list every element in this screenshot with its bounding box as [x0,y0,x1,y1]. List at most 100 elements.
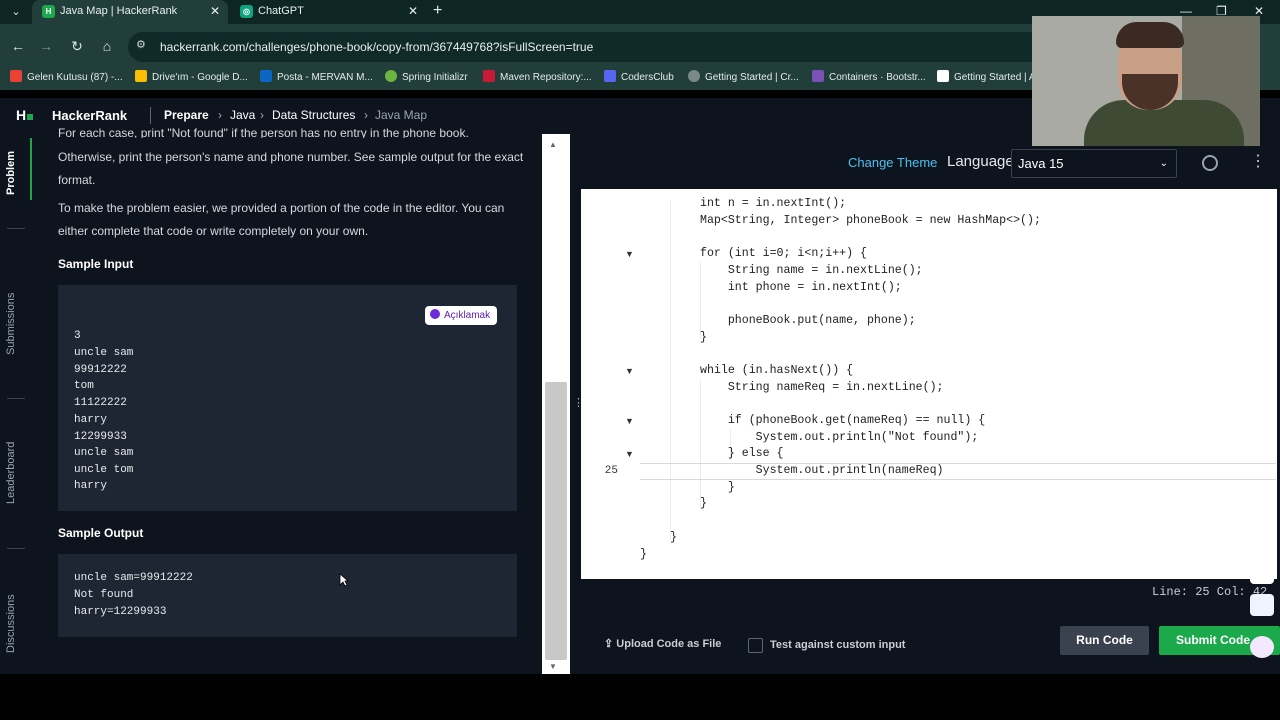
screen: ⌄ H Java Map | HackerRank ✕ ◎ ChatGPT ✕ … [0,0,1280,720]
custom-input-checkbox[interactable] [748,638,763,653]
maven-icon [483,70,495,82]
rail-tab-discussions[interactable]: Discussions [5,590,27,658]
run-code-button[interactable]: Run Code [1060,626,1149,655]
history-icon[interactable] [1202,155,1218,171]
ai-icon [430,309,440,319]
chatgpt-favicon-icon: ◎ [240,5,253,18]
scrollbar-thumb[interactable] [545,382,567,660]
code-line[interactable]: System.out.println("Not found"); [700,431,979,444]
code-line[interactable]: int n = in.nextInt(); [700,197,846,210]
spring-icon [385,70,397,82]
sample-input-line: tom [74,380,94,392]
bookmark-item[interactable]: Posta - MERVAN M... [260,70,373,86]
gmail-icon [10,70,22,82]
fold-chevron-icon[interactable]: ▼ [625,416,634,426]
fold-chevron-icon[interactable]: ▼ [625,449,634,459]
divider [7,398,25,399]
sample-input-line: 11122222 [74,397,127,409]
bookmark-item[interactable]: Maven Repository:... [483,70,592,86]
breadcrumb-data-structures[interactable]: Data Structures [272,108,355,122]
tab-search-icon[interactable]: ⌄ [6,2,26,22]
rail-tab-problem[interactable]: Problem [5,148,27,198]
sample-input-title: Sample Input [58,257,134,271]
translate-icon[interactable] [1250,562,1274,584]
upload-code-button[interactable]: ⇪ Upload Code as File [604,637,721,650]
code-line[interactable]: String nameReq = in.nextLine(); [700,381,944,394]
code-line[interactable]: int phone = in.nextInt(); [700,281,902,294]
bookmark-item[interactable]: Containers · Bootstr... [812,70,926,86]
custom-input-label[interactable]: Test against custom input [770,639,905,651]
extension-icon[interactable] [1250,594,1274,616]
forward-arrow-icon[interactable]: → [36,36,56,56]
close-icon[interactable]: ✕ [408,0,418,22]
more-vertical-icon[interactable]: ⋮ [1250,153,1266,171]
code-line[interactable]: } [700,331,707,344]
scroll-up-icon[interactable]: ▲ [549,140,557,149]
drive-icon [135,70,147,82]
problem-paragraph: Otherwise, print the person's name and p… [58,150,524,187]
problem-text-cut: For each case, print "Not found" if the … [58,126,469,138]
hackerrank-logo-icon[interactable]: H [16,107,36,123]
code-line[interactable]: } [670,531,677,544]
tab-chatgpt[interactable]: ◎ ChatGPT ✕ [230,0,426,24]
fold-chevron-icon[interactable]: ▼ [625,366,634,376]
letterbox-bar [0,674,1280,720]
code-line[interactable]: } [640,548,647,561]
code-line[interactable]: while (in.hasNext()) { [700,364,853,377]
sample-input-line: 12299933 [74,431,127,443]
code-line[interactable]: if (phoneBook.get(nameReq) == null) { [700,414,985,427]
breadcrumb-java[interactable]: Java [230,108,255,122]
fold-chevron-icon[interactable]: ▼ [625,249,634,259]
chevron-right-icon: › [218,108,222,122]
sample-input-line: 99912222 [74,364,127,376]
new-tab-icon[interactable]: + [433,0,442,22]
upload-icon: ⇪ [604,638,617,650]
sample-input-line: 3 [74,330,81,342]
breadcrumb-java-map: Java Map [375,108,428,122]
language-label: Language [947,153,1014,170]
bookmark-item[interactable]: Spring Initializr [385,70,468,86]
bookmark-item[interactable]: Drive'ım - Google D... [135,70,248,86]
rail-tab-leaderboard[interactable]: Leaderboard [5,436,27,510]
code-line[interactable]: } [700,481,735,494]
tab-java-map[interactable]: H Java Map | HackerRank ✕ [32,0,228,24]
code-line[interactable]: String name = in.nextLine(); [700,264,923,277]
language-select[interactable]: Java 15 ⌄ [1011,149,1177,178]
codersclub-icon [604,70,616,82]
code-line[interactable]: Map<String, Integer> phoneBook = new Has… [700,214,1041,227]
rail-tab-submissions[interactable]: Submissions [5,288,27,360]
problem-paragraph: To make the problem easier, we provided … [58,201,505,238]
scroll-down-icon[interactable]: ▼ [549,662,557,671]
code-line[interactable]: System.out.println(nameReq) [700,464,944,477]
explain-button[interactable]: Açıklamak [425,306,497,325]
home-icon[interactable]: ⌂ [97,36,117,56]
code-line[interactable]: for (int i=0; i<n;i++) { [700,247,867,260]
tab-title: Java Map | HackerRank [60,5,178,17]
breadcrumb-prepare[interactable]: Prepare [164,108,209,122]
gear-icon [688,70,700,82]
change-theme-link[interactable]: Change Theme [848,155,937,170]
sample-input-line: uncle sam [74,347,134,359]
sample-output-line: Not found [74,589,134,601]
code-line[interactable]: } else { [700,447,784,460]
brand-name[interactable]: HackerRank [52,108,127,123]
code-line[interactable]: phoneBook.put(name, phone); [700,314,916,327]
bookmark-item[interactable]: Gelen Kutusu (87) -... [10,70,123,86]
bookmark-item[interactable]: Getting Started | A [937,70,1036,86]
back-arrow-icon[interactable]: ← [8,36,28,56]
bookmark-item[interactable]: Getting Started | Cr... [688,70,799,86]
chevron-right-icon: › [364,108,368,122]
tab-title: ChatGPT [258,5,304,17]
code-line[interactable]: } [700,497,707,510]
site-info-icon[interactable]: ⚙ [136,38,146,51]
divider [7,228,25,229]
sample-input-line: uncle sam [74,447,134,459]
assistant-icon[interactable] [1250,636,1274,658]
address-text[interactable]: hackerrank.com/challenges/phone-book/cop… [160,40,593,54]
close-icon[interactable]: ✕ [210,0,220,22]
chevron-right-icon: › [260,108,264,122]
mouse-cursor-icon [339,573,349,587]
sample-output-title: Sample Output [58,526,144,540]
bookmark-item[interactable]: CodersClub [604,70,674,86]
reload-icon[interactable]: ↻ [67,36,87,56]
